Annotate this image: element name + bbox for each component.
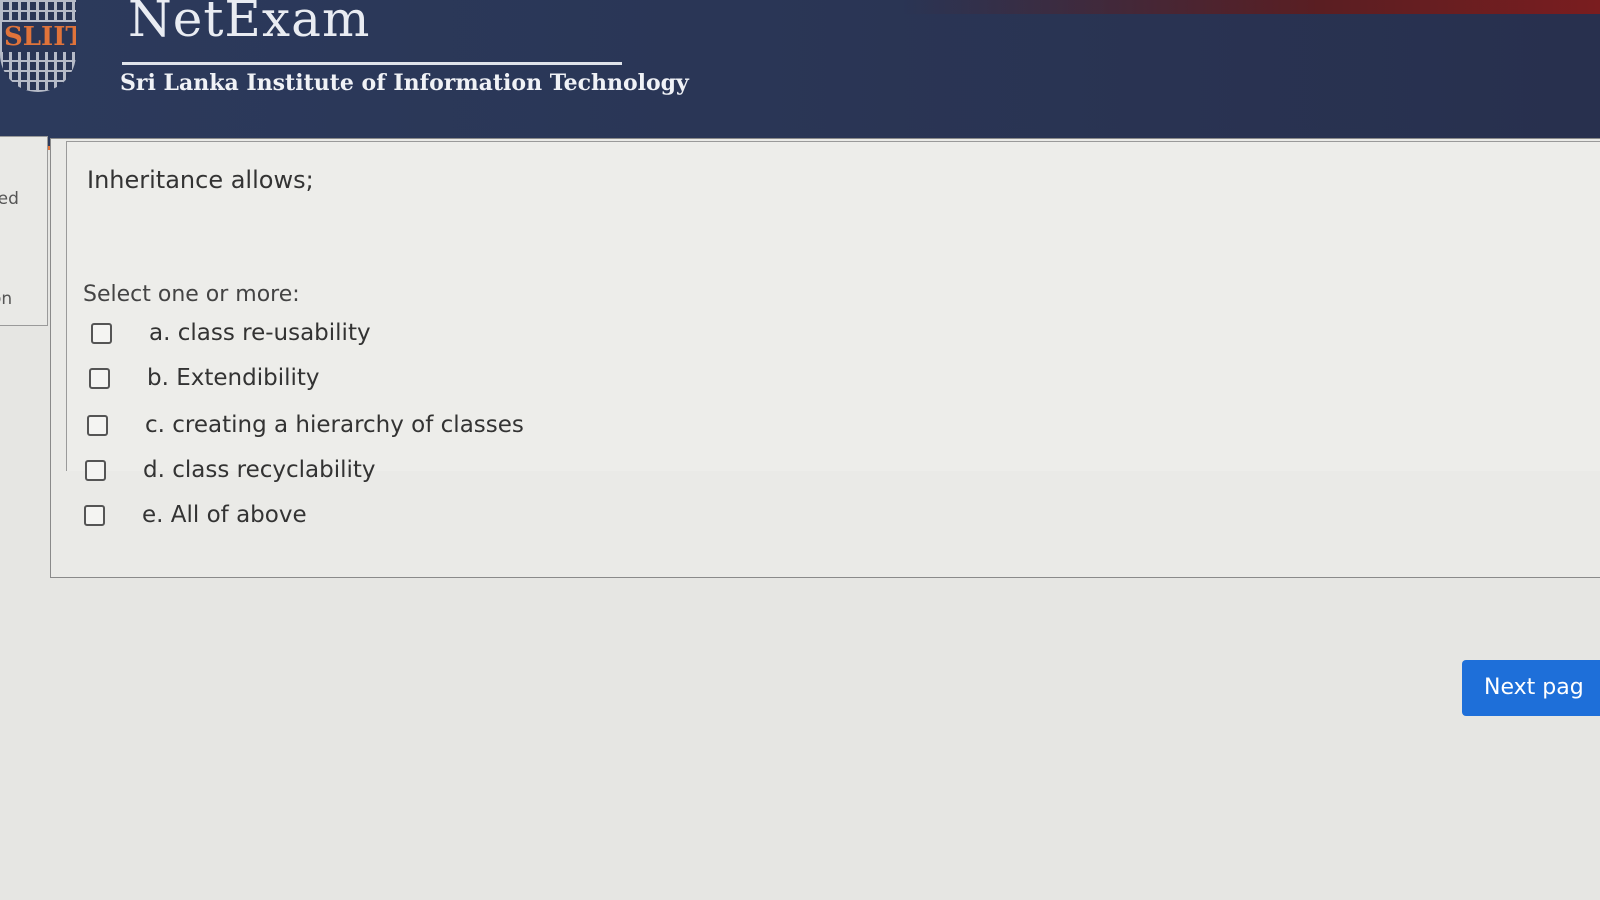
option-a-checkbox[interactable] — [91, 322, 112, 344]
option-b[interactable]: b. Extendibility — [89, 365, 320, 391]
flag-question-text[interactable]: on — [0, 289, 12, 309]
option-a-label[interactable]: a. class re-usability — [149, 320, 371, 346]
question-status-text: red — [0, 189, 19, 209]
option-d-checkbox[interactable] — [85, 459, 106, 481]
institute-name: Sri Lanka Institute of Information Techn… — [120, 70, 689, 96]
option-c[interactable]: c. creating a hierarchy of classes — [87, 412, 524, 438]
next-page-button[interactable]: Next pag — [1462, 660, 1600, 716]
option-d[interactable]: d. class recyclability — [85, 457, 376, 483]
option-c-label[interactable]: c. creating a hierarchy of classes — [145, 412, 524, 438]
answer-prompt: Select one or more: — [83, 282, 300, 307]
option-a[interactable]: a. class re-usability — [91, 320, 371, 346]
option-b-label[interactable]: b. Extendibility — [147, 365, 320, 391]
option-d-label[interactable]: d. class recyclability — [143, 457, 376, 483]
option-e-checkbox[interactable] — [84, 504, 105, 526]
option-e[interactable]: e. All of above — [84, 502, 307, 528]
question-text: Inheritance allows; — [87, 166, 314, 194]
header-top-strip — [900, 0, 1600, 14]
logo-text: SLIIT — [2, 22, 76, 52]
option-e-label[interactable]: e. All of above — [142, 502, 307, 528]
sliit-logo[interactable]: SLIIT — [0, 0, 76, 92]
title-divider — [122, 62, 622, 65]
option-c-checkbox[interactable] — [87, 414, 108, 436]
question-info-panel: red on — [0, 136, 48, 326]
option-b-checkbox[interactable] — [89, 367, 110, 389]
app-name: NetExam — [128, 0, 371, 48]
site-header: SLIIT NetExam Sri Lanka Institute of Inf… — [0, 0, 1600, 150]
